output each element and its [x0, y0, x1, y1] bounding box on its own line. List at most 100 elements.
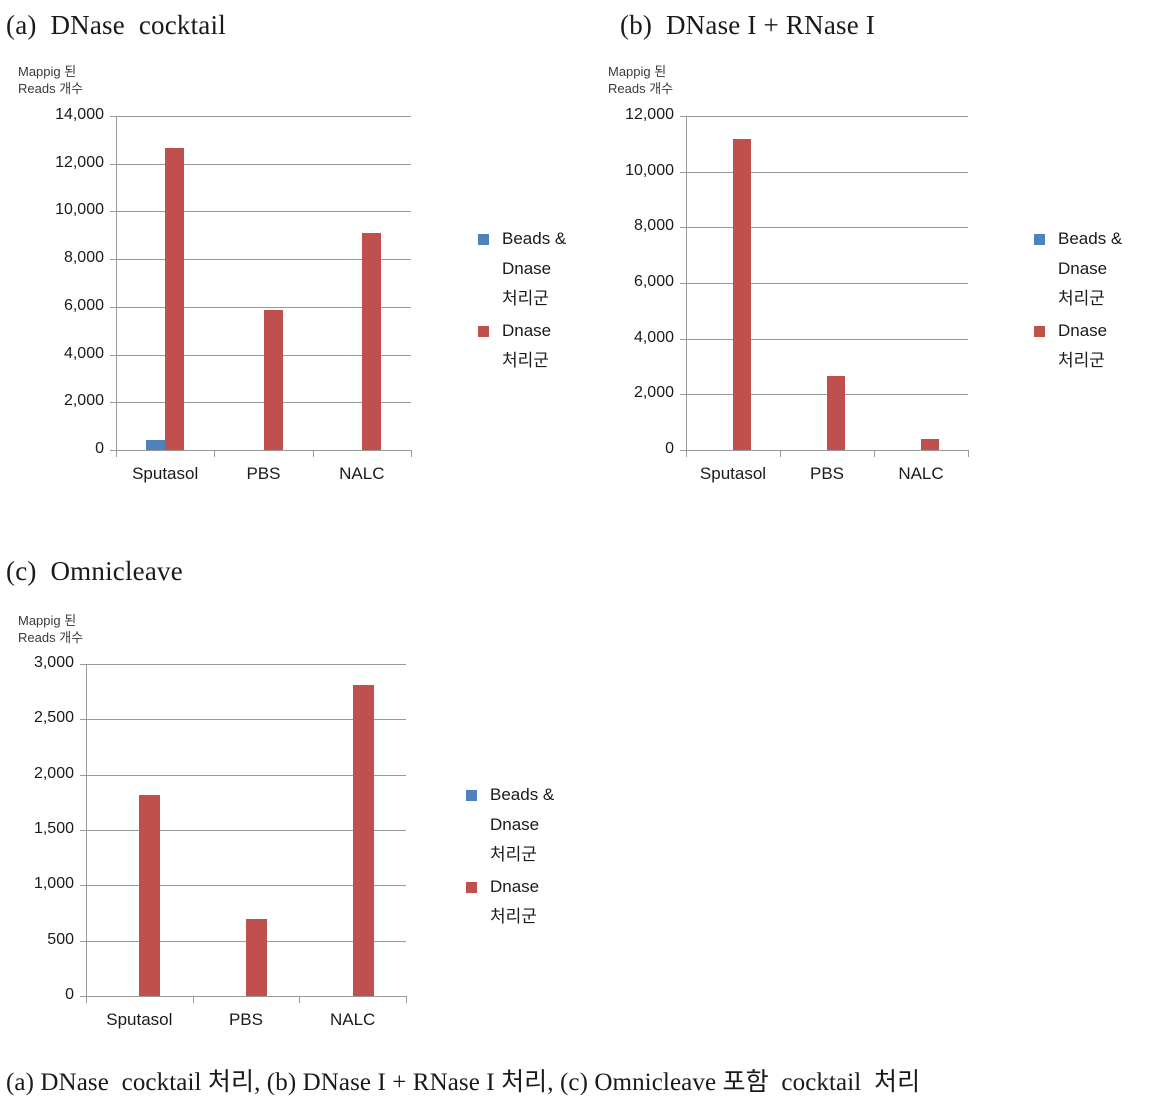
legend-entry[interactable]: Beads & Dnase 처리군: [478, 224, 586, 314]
legend-label-line: Beads &: [1058, 229, 1123, 248]
legend-b: Beads & Dnase 처리군 Dnase 처리군: [1034, 224, 1144, 378]
x-axis-line: [86, 996, 406, 997]
y-axis-tick-label: 0: [665, 440, 674, 457]
panel-c-title: (c) Omnicleave: [6, 556, 183, 586]
y-axis-tick-label: 10,000: [625, 161, 674, 179]
legend-a: Beads & Dnase 처리군 Dnase 처리군: [478, 224, 586, 378]
bar-pbs-series2: [246, 918, 267, 996]
legend-swatch-icon: [1034, 326, 1045, 337]
y-axis-tick-label: 10,000: [55, 201, 104, 219]
x-axis-tick-label: Sputasol: [132, 464, 199, 483]
legend-entry[interactable]: Dnase 처리군: [466, 872, 578, 932]
bar-nalc-series2: [353, 685, 374, 996]
y-axis-tick-label: 2,500: [33, 709, 74, 727]
legend-label-line: 처리군: [490, 845, 537, 864]
x-tickmark: [968, 450, 969, 457]
y-axis-line: [86, 664, 87, 996]
panel-c-axis-caption: Mappig 된 Reads 개수: [18, 612, 83, 646]
y-axis-line: [686, 116, 687, 450]
y-axis-tick-label: 6,000: [63, 296, 104, 314]
legend-entry[interactable]: Beads & Dnase 처리군: [1034, 224, 1144, 314]
x-axis-tick-label: PBS: [246, 464, 281, 483]
y-axis-tick-label: 0: [95, 440, 104, 457]
y-axis-tick-label: 0: [65, 986, 74, 1003]
x-tickmark: [192, 996, 194, 1003]
legend-entry[interactable]: Dnase 처리군: [1034, 316, 1144, 376]
x-tickmark: [86, 996, 87, 1003]
bar-sputasol-series2: [165, 148, 184, 450]
chart-panel-a: 0 2,000 4,000 6,000 8,000 10,000 12,000 14,000 S…: [0, 100, 586, 500]
x-tickmark: [116, 450, 117, 457]
gridline: [686, 171, 968, 173]
x-axis-tick-label: Sputasol: [106, 1010, 173, 1029]
legend-label-line: Beads &: [490, 785, 555, 804]
legend-label-line: 처리군: [1058, 289, 1105, 308]
plot-area-c: 0 500 1,000 1,500 2,000 2,500 3,000 Sputasol PBS…: [34, 654, 407, 1029]
legend-swatch-icon: [478, 234, 489, 245]
x-axis-line: [116, 450, 411, 451]
x-axis-tick-label: PBS: [228, 1010, 263, 1029]
bar-sputasol-series1: [146, 440, 165, 450]
legend-swatch-icon: [478, 326, 489, 337]
legend-label-line: 처리군: [502, 351, 549, 370]
gridline: [686, 283, 968, 284]
y-axis-tick-label: 2,000: [33, 764, 74, 782]
panel-a-axis-caption-line1: Mappig 된: [18, 64, 77, 79]
legend-label-line: Dnase: [1058, 321, 1108, 340]
y-axis-line: [116, 116, 117, 450]
bar-pbs-series2: [827, 376, 845, 450]
x-tickmark: [780, 450, 781, 457]
x-tickmark: [411, 450, 412, 457]
panel-c-axis-caption-line1: Mappig 된: [18, 613, 77, 628]
legend-swatch-icon: [466, 882, 477, 893]
bar-pbs-series2: [264, 309, 283, 450]
plot-area-b: 0 2,000 4,000 6,000 8,000 10,000 12,000 Sputaso…: [625, 106, 969, 483]
x-axis-tick-label: NALC: [339, 464, 385, 483]
gridline: [116, 163, 411, 165]
chart-panel-c: 0 500 1,000 1,500 2,000 2,500 3,000 Sputasol PBS…: [0, 648, 586, 1048]
panel-a-title: (a) DNase cocktail: [6, 10, 226, 40]
x-tickmark: [406, 996, 407, 1003]
panel-a-axis-caption: Mappig 된 Reads 개수: [18, 63, 83, 97]
x-tickmark: [299, 996, 301, 1003]
x-tickmark: [312, 450, 314, 457]
y-axis-tick-label: 1,000: [33, 875, 74, 893]
legend-entry[interactable]: Beads & Dnase 처리군: [466, 780, 578, 870]
y-axis-tick-label: 2,000: [633, 384, 674, 402]
panel-b-title: (b) DNase I + RNase I: [620, 10, 876, 40]
y-axis-tick-label: 8,000: [63, 249, 104, 267]
y-axis-tick-label: 2,000: [63, 392, 104, 410]
x-axis-tick-label: NALC: [898, 464, 944, 483]
y-axis-tick-label: 14,000: [55, 106, 104, 123]
legend-label-line: Dnase: [1058, 259, 1108, 278]
x-axis-line: [686, 450, 968, 451]
y-axis-tick-label: 1,500: [33, 820, 74, 837]
x-tickmark: [214, 450, 216, 457]
panel-b-axis-caption: Mappig 된 Reads 개수: [608, 63, 673, 97]
legend-swatch-icon: [466, 790, 477, 801]
x-axis-tick-label: Sputasol: [699, 464, 767, 483]
gridline: [686, 338, 968, 340]
legend-label-line: Dnase: [490, 877, 540, 896]
x-axis-tick-label: NALC: [329, 1010, 376, 1029]
bar-nalc-series2: [921, 438, 939, 450]
y-axis-tick-label: 4,000: [633, 328, 674, 346]
y-axis-tick-label: 4,000: [63, 344, 104, 362]
x-tickmark: [686, 450, 687, 457]
x-axis-tick-label: PBS: [809, 464, 845, 483]
y-axis-tick-label: 8,000: [633, 217, 674, 235]
gridline: [86, 664, 406, 665]
panel-a-axis-caption-line2: Reads 개수: [18, 81, 84, 96]
gridline: [686, 116, 968, 117]
legend-label-line: 처리군: [490, 907, 537, 926]
y-axis-tick-label: 12,000: [55, 153, 104, 171]
bar-sputasol-series2: [139, 794, 160, 996]
legend-c: Beads & Dnase 처리군 Dnase 처리군: [466, 780, 578, 934]
gridline: [116, 116, 411, 117]
panel-c-axis-caption-line2: Reads 개수: [18, 630, 84, 645]
legend-label-line: 처리군: [1058, 351, 1105, 370]
y-axis-tick-label: 12,000: [625, 106, 674, 123]
legend-swatch-icon: [1034, 234, 1045, 245]
legend-label-line: Dnase: [490, 815, 540, 834]
panel-b-axis-caption-line1: Mappig 된: [608, 64, 667, 79]
